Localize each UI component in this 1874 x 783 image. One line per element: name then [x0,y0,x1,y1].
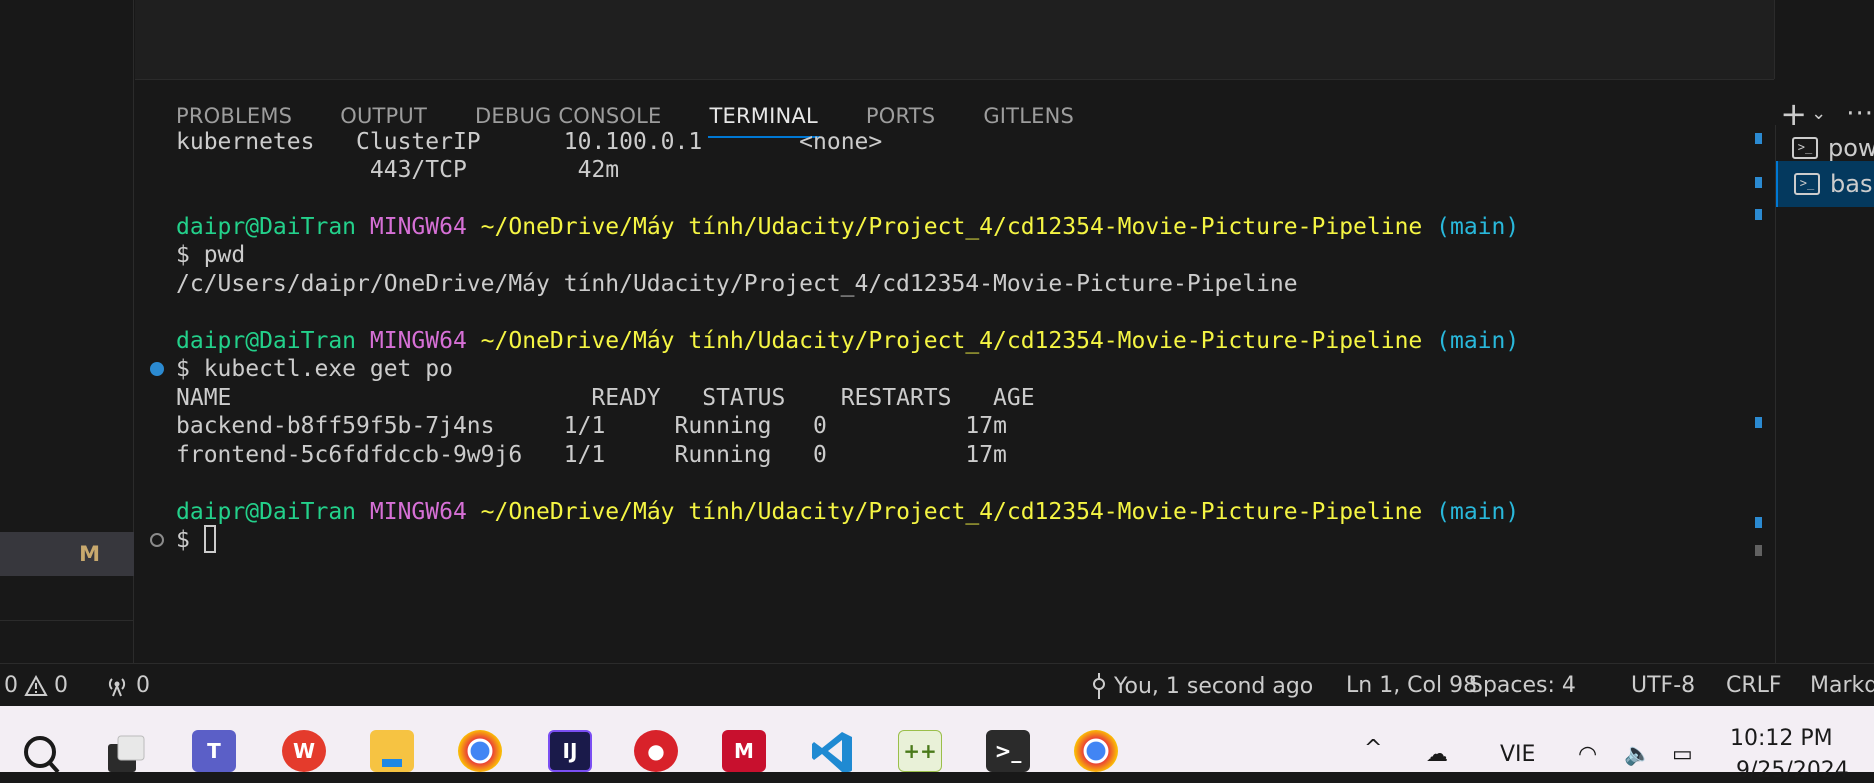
prompt-path: ~/OneDrive/Máy tính/Udacity/Project_4/cd… [480,499,1423,525]
terminal-app-icon[interactable]: >_ [986,730,1030,772]
input-language[interactable]: VIE [1500,742,1535,767]
prompt-branch: (main) [1436,328,1520,354]
side-bar: M [0,0,134,663]
indentation[interactable]: Spaces: 4 [1469,673,1576,698]
clock-time[interactable]: 10:12 PM [1730,726,1833,751]
wps-office-icon[interactable]: W [282,730,326,772]
scroll-marker [1755,417,1762,428]
end-of-line[interactable]: CRLF [1726,673,1782,698]
command-pending-decoration-icon[interactable] [150,533,164,547]
chrome-profile-icon[interactable] [458,730,502,772]
sidebar-divider [0,620,134,621]
prompt-user: daipr@DaiTran [176,214,357,240]
broadcast-icon [108,677,126,696]
pwd-output: /c/Users/daipr/OneDrive/Máy tính/Udacity… [176,271,1298,297]
pod-row: frontend-5c6fdfdccb-9w9j6 1/1 Running 0 … [176,442,1007,468]
git-blame-status[interactable]: You, 1 second ago [1090,673,1313,699]
teams-icon[interactable]: T [192,730,236,772]
vscode-icon[interactable] [810,730,854,772]
cursor-position[interactable]: Ln 1, Col 98 [1346,673,1477,698]
notepad-plus-plus-icon[interactable]: ++ [898,730,942,772]
error-count: 0 [4,673,18,698]
warning-count: 0 [54,673,68,698]
scroll-marker [1755,517,1762,528]
status-bar: 0 0 0 You, 1 second ago Ln 1, Col 98 Spa… [0,663,1874,707]
prompt-line: daipr@DaiTran MINGW64 ~/OneDrive/Máy tín… [176,495,1519,529]
service-row-wrap: 443/TCP 42m [369,157,620,183]
terminal-tabs-list: >_ pow >_ bas [1775,125,1874,663]
chevron-up-icon[interactable]: ^ [1364,736,1382,761]
wifi-icon[interactable]: ◠ [1578,742,1597,767]
chevron-down-icon[interactable]: ⌄ [1811,105,1826,123]
prompt-branch: (main) [1436,499,1520,525]
prompt-line: daipr@DaiTran MINGW64 ~/OneDrive/Máy tín… [176,210,1519,244]
prompt-env: MINGW64 [369,328,467,354]
intellij-icon[interactable]: IJ [548,730,592,772]
editor-area[interactable] [135,0,1774,80]
scroll-marker [1755,177,1762,188]
scroll-marker [1755,545,1762,556]
ports-status[interactable]: 0 [104,673,150,698]
encoding[interactable]: UTF-8 [1631,673,1695,698]
sidebar-file-row[interactable]: M [0,532,134,576]
ports-count: 0 [136,673,150,698]
mcafee-icon[interactable]: M [722,730,766,772]
prompt-path: ~/OneDrive/Máy tính/Udacity/Project_4/cd… [480,328,1423,354]
battery-icon[interactable]: ▭ [1672,742,1693,767]
red-app-icon[interactable]: ● [634,730,678,772]
more-actions-icon[interactable]: ··· [1846,101,1874,127]
prompt-user: daipr@DaiTran [176,328,357,354]
scroll-marker [1755,209,1762,220]
terminal-icon: >_ [1792,137,1818,159]
bottom-panel: PROBLEMS OUTPUT DEBUG CONSOLE TERMINAL P… [135,80,1874,663]
git-commit-icon [1093,673,1105,699]
terminal-cursor [203,525,216,553]
command-success-decoration-icon[interactable] [150,362,164,376]
language-mode[interactable]: Markd [1810,673,1874,698]
prompt-branch: (main) [1436,214,1520,240]
editor-minimap-area [1774,0,1874,79]
prompt-path: ~/OneDrive/Máy tính/Udacity/Project_4/cd… [480,214,1423,240]
search-icon[interactable] [20,730,64,772]
prompt-env: MINGW64 [369,214,467,240]
prompt-env: MINGW64 [369,499,467,525]
terminal-output[interactable]: kubernetes ClusterIP 10.100.0.1 <none> 4… [135,125,1750,663]
clock-date[interactable]: 9/25/2024 [1736,758,1849,783]
task-view-icon[interactable] [104,730,148,772]
warning-icon [24,674,48,696]
terminal-tab-bash[interactable]: >_ bas [1776,161,1874,207]
prompt-user: daipr@DaiTran [176,499,357,525]
volume-icon[interactable]: 🔈 [1624,742,1651,767]
current-prompt: $ [176,523,216,557]
chrome-icon[interactable] [1074,730,1118,772]
file-explorer-icon[interactable] [370,730,414,772]
terminal-scrollbar[interactable] [1750,125,1764,663]
problems-status[interactable]: 0 0 [4,673,68,698]
git-modified-badge: M [79,542,100,566]
onedrive-icon[interactable]: ☁ [1426,742,1448,767]
taskbar: T W IJ ● M ++ >_ ^ ☁ VIE ◠ 🔈 ▭ 10:12 PM … [0,706,1874,783]
terminal-icon: >_ [1794,173,1820,195]
scroll-marker [1755,133,1762,144]
